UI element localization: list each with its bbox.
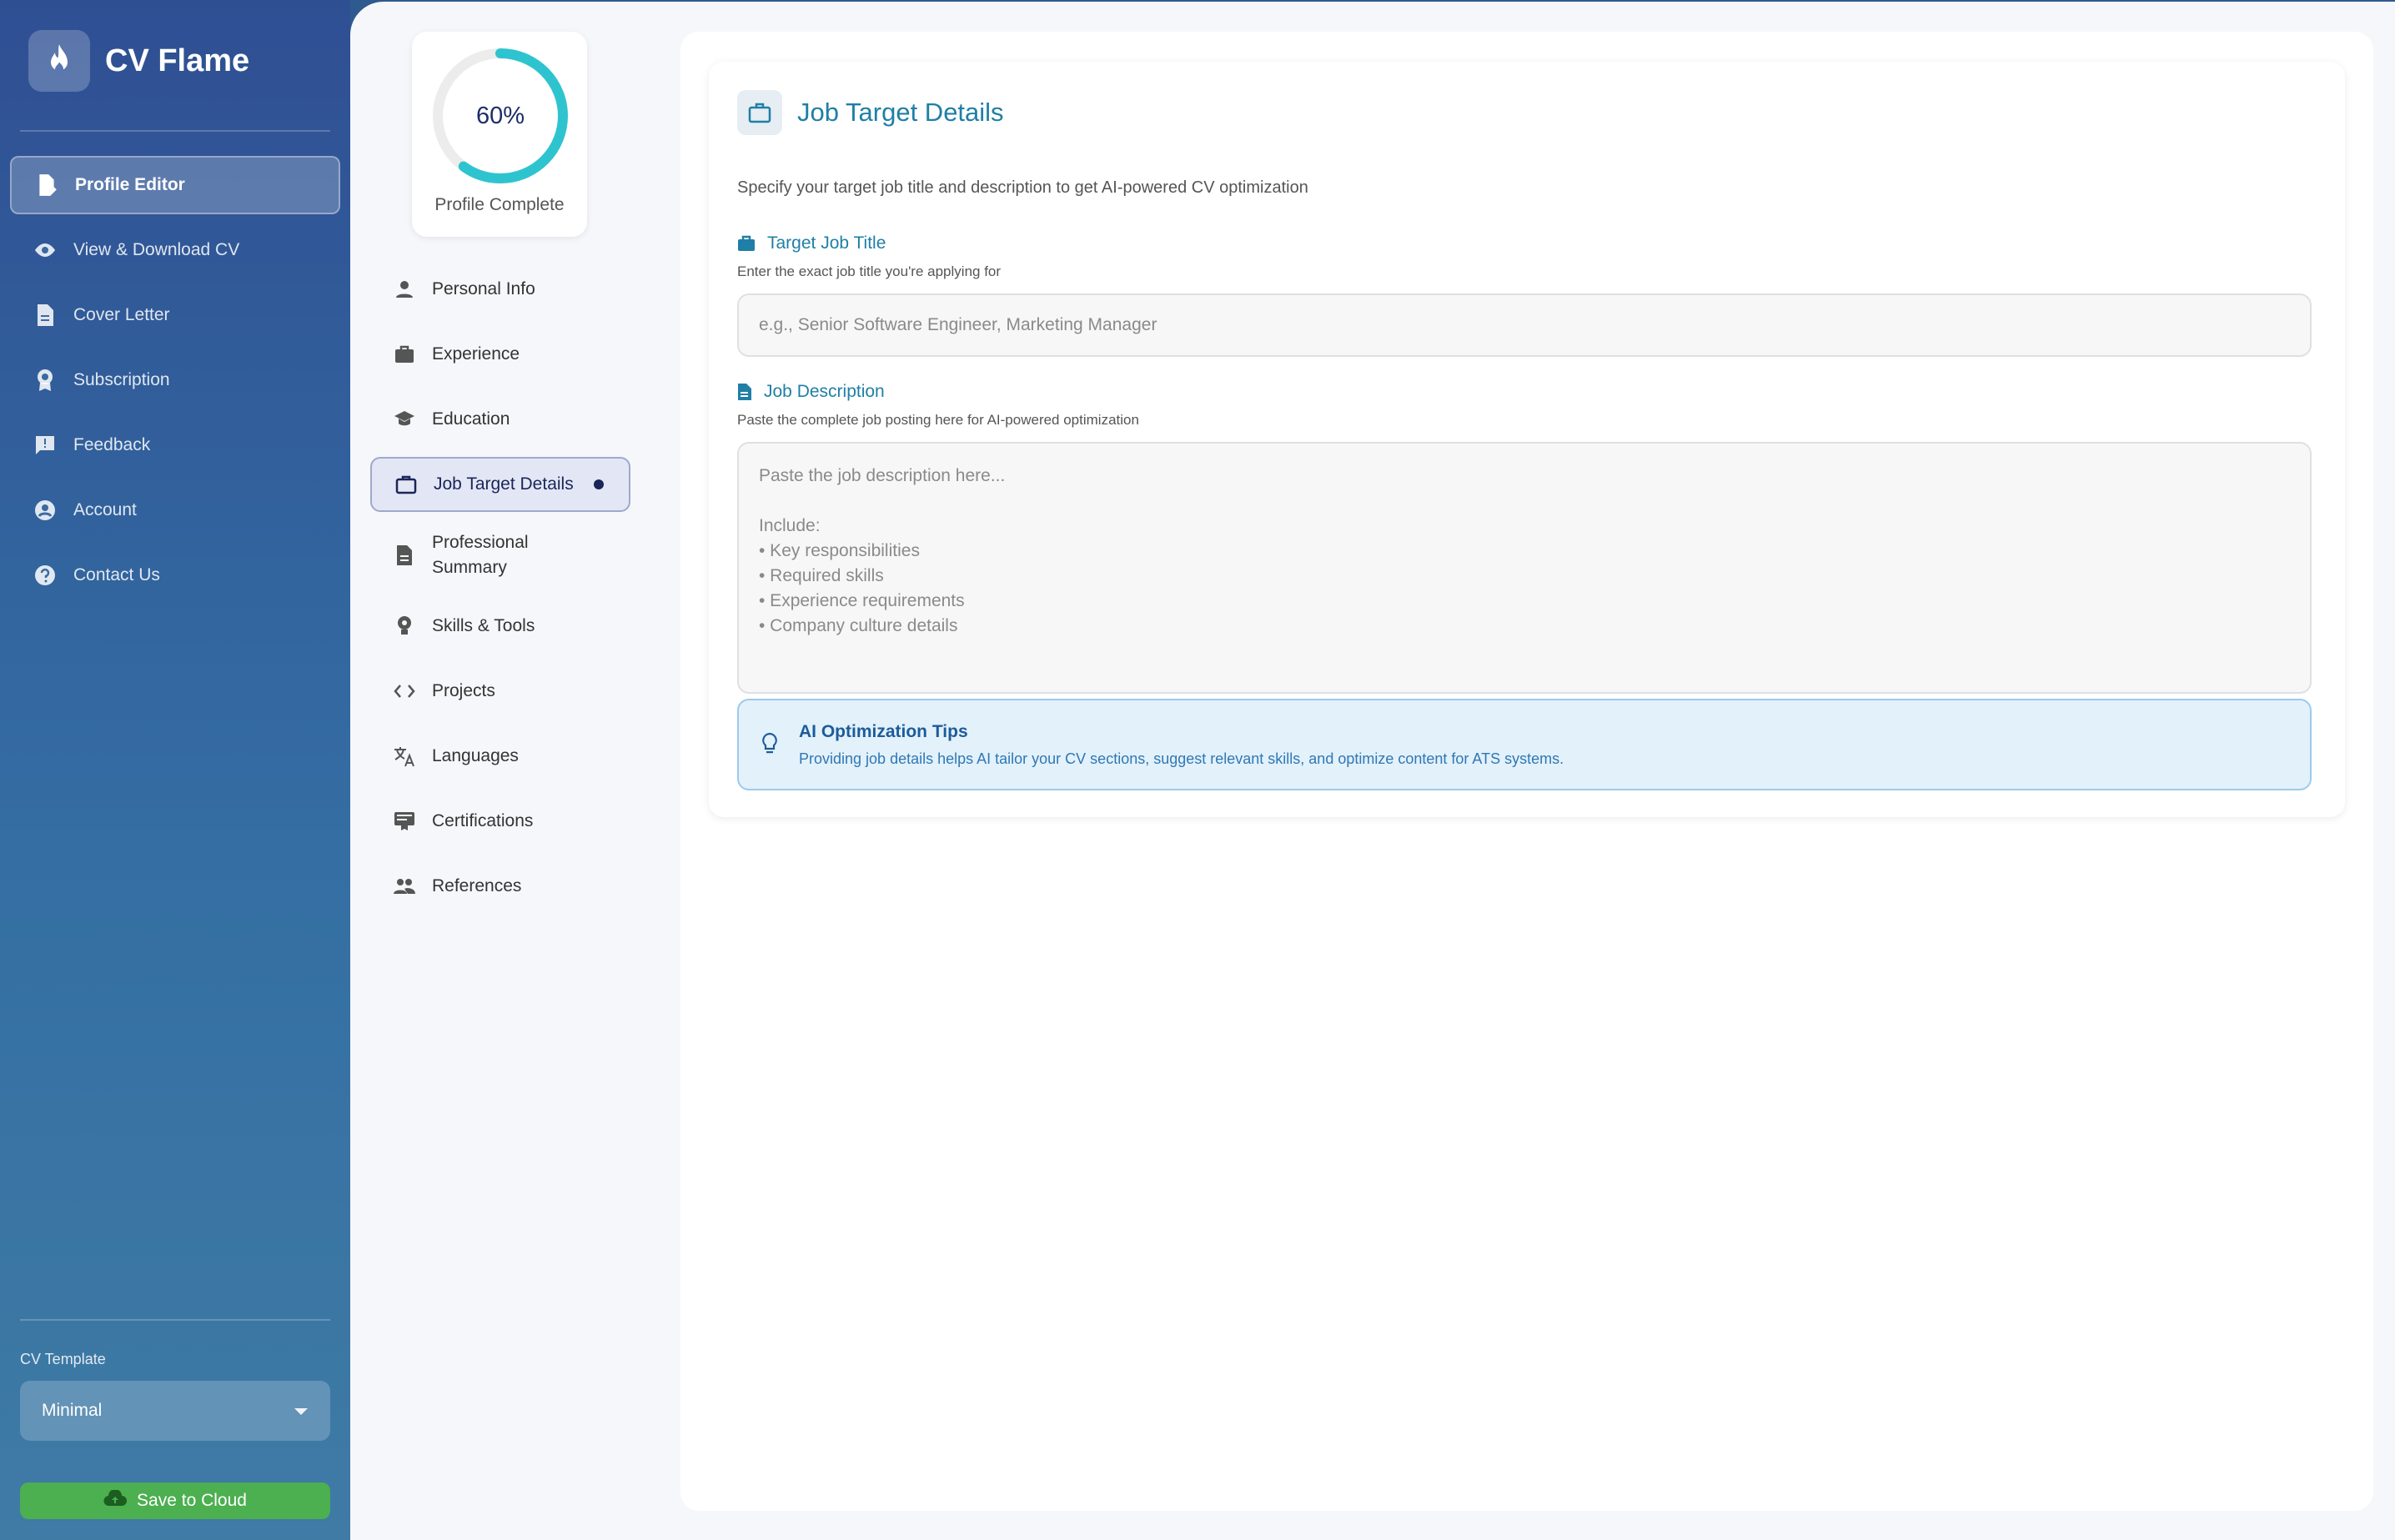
nav-item-label: Contact Us: [73, 565, 160, 584]
section-label: Personal Info: [432, 279, 535, 298]
target-job-title-input[interactable]: [737, 293, 2312, 357]
section-label: Education: [432, 409, 510, 429]
sidebar-divider: [20, 130, 330, 132]
eye-icon: [32, 237, 58, 263]
flame-icon: [28, 30, 90, 92]
document-icon: [32, 302, 58, 329]
job-title-label: Target Job Title: [737, 233, 886, 253]
job-title-help: Enter the exact job title you're applyin…: [737, 263, 1002, 279]
nav-item-view-download-cv[interactable]: View & Download CV: [10, 221, 340, 279]
person-icon: [392, 277, 417, 302]
nav-item-label: Account: [73, 500, 137, 519]
document-icon: [392, 543, 417, 568]
form-subtitle: Specify your target job title and descri…: [737, 178, 1308, 197]
template-label: CV Template: [20, 1351, 106, 1367]
feedback-icon: [32, 432, 58, 459]
nav-item-subscription[interactable]: Subscription: [10, 351, 340, 409]
main-nav: Profile Editor View & Download CV Cover …: [10, 156, 340, 611]
form-header: Job Target Details: [737, 90, 1004, 135]
section-item-languages[interactable]: Languages: [370, 729, 630, 784]
template-select[interactable]: Minimal: [20, 1381, 330, 1441]
section-nav: Personal Info Experience Education Job T…: [370, 262, 630, 924]
help-circle-icon: [32, 562, 58, 589]
cloud-upload-icon: [103, 1489, 128, 1512]
briefcase-icon: [737, 235, 756, 252]
nav-item-cover-letter[interactable]: Cover Letter: [10, 286, 340, 344]
content-card: Job Target Details Specify your target j…: [680, 32, 2373, 1511]
section-item-experience[interactable]: Experience: [370, 327, 630, 382]
main-panel: 60% Profile Complete Personal Info Exper…: [350, 2, 2395, 1540]
app-name: CV Flame: [105, 43, 250, 78]
section-item-references[interactable]: References: [370, 859, 630, 914]
template-value: Minimal: [42, 1401, 103, 1420]
job-description-label: Job Description: [737, 382, 885, 402]
active-indicator-dot: [593, 479, 604, 489]
nav-item-profile-editor[interactable]: Profile Editor: [10, 156, 340, 214]
section-item-professional-summary[interactable]: Professional Summary: [370, 522, 630, 589]
section-label: Languages: [432, 746, 519, 765]
save-label: Save to Cloud: [137, 1491, 247, 1510]
save-to-cloud-button[interactable]: Save to Cloud: [20, 1482, 330, 1519]
profile-progress-card: 60% Profile Complete: [412, 32, 587, 237]
section-label: Skills & Tools: [432, 616, 535, 635]
nav-item-contact-us[interactable]: Contact Us: [10, 546, 340, 604]
briefcase-outline-icon: [737, 90, 782, 135]
people-icon: [392, 874, 417, 899]
nav-item-label: Subscription: [73, 370, 170, 389]
app-sidebar: CV Flame Profile Editor View & Download …: [0, 0, 350, 1540]
job-title-label-text: Target Job Title: [767, 233, 886, 253]
brand[interactable]: CV Flame: [28, 30, 249, 92]
briefcase-outline-icon: [394, 472, 419, 497]
tips-title: AI Optimization Tips: [799, 722, 968, 741]
chevron-down-icon: [294, 1401, 309, 1421]
nav-item-label: Profile Editor: [75, 175, 185, 194]
edit-document-icon: [33, 172, 60, 198]
section-label: Job Target Details: [434, 474, 574, 494]
account-circle-icon: [32, 497, 58, 524]
nav-item-label: View & Download CV: [73, 240, 240, 259]
section-item-education[interactable]: Education: [370, 392, 630, 447]
progress-value: 60%: [475, 102, 525, 129]
section-label: Projects: [432, 681, 495, 700]
section-label: Professional Summary: [432, 533, 529, 577]
graduation-cap-icon: [392, 407, 417, 432]
ai-optimization-tips: AI Optimization Tips Providing job detai…: [737, 699, 2312, 790]
document-icon: [737, 383, 752, 401]
code-icon: [392, 679, 417, 704]
nav-item-feedback[interactable]: Feedback: [10, 416, 340, 474]
lightbulb-icon: [392, 614, 417, 639]
section-item-projects[interactable]: Projects: [370, 664, 630, 719]
job-description-textarea[interactable]: [737, 442, 2312, 694]
tips-text: Providing job details helps AI tailor yo…: [799, 750, 1564, 767]
progress-label: Profile Complete: [434, 195, 565, 214]
progress-ring: 60%: [431, 47, 570, 185]
section-label: Experience: [432, 344, 520, 364]
badge-icon: [32, 367, 58, 394]
section-label: Certifications: [432, 811, 534, 830]
nav-item-account[interactable]: Account: [10, 481, 340, 539]
translate-icon: [392, 744, 417, 769]
nav-item-label: Cover Letter: [73, 305, 170, 324]
lightbulb-outline-icon: [761, 732, 779, 761]
section-item-personal-info[interactable]: Personal Info: [370, 262, 630, 317]
briefcase-icon: [392, 342, 417, 367]
job-target-form: Job Target Details Specify your target j…: [709, 62, 2345, 817]
section-item-job-target-details[interactable]: Job Target Details: [370, 457, 630, 512]
section-item-skills-tools[interactable]: Skills & Tools: [370, 599, 630, 654]
job-description-label-text: Job Description: [764, 382, 885, 401]
section-label: References: [432, 876, 522, 895]
nav-item-label: Feedback: [73, 435, 151, 454]
form-title: Job Target Details: [797, 98, 1004, 127]
certificate-icon: [392, 809, 417, 834]
job-description-help: Paste the complete job posting here for …: [737, 412, 1139, 428]
section-item-certifications[interactable]: Certifications: [370, 794, 630, 849]
sidebar-divider: [20, 1319, 330, 1321]
